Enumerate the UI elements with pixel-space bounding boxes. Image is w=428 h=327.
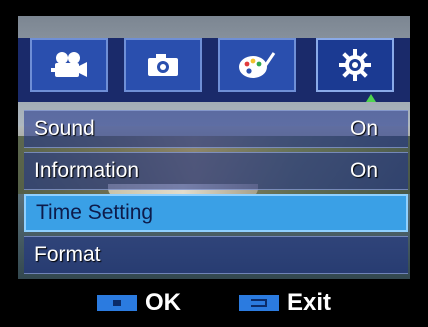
video-camera-icon: [49, 50, 89, 80]
ok-hint[interactable]: OK: [96, 289, 181, 317]
menu-item-sound[interactable]: Sound On: [24, 110, 408, 148]
tab-photo[interactable]: [124, 38, 202, 92]
footer-hints: OK Exit: [0, 279, 428, 327]
camera-icon: [146, 52, 180, 78]
exit-hint[interactable]: Exit: [238, 289, 331, 317]
menu-item-label: Sound: [34, 117, 95, 140]
menu-item-format[interactable]: Format: [24, 236, 408, 274]
selected-tab-indicator-icon: [366, 94, 376, 102]
menu-item-time-setting[interactable]: Time Setting: [24, 194, 408, 232]
exit-label: Exit: [286, 289, 331, 316]
menu-item-label: Time Setting: [36, 201, 154, 224]
settings-menu: Sound On Information On Time Setting For…: [24, 110, 408, 278]
return-button-icon: [238, 295, 279, 311]
gear-icon: [338, 48, 372, 82]
mode-tab-bar: [18, 38, 410, 102]
menu-item-label: Information: [34, 159, 140, 182]
menu-item-label: Format: [34, 243, 101, 266]
ok-button-icon: [96, 295, 137, 311]
menu-item-value: On: [349, 159, 378, 182]
tab-effects[interactable]: [218, 38, 296, 92]
ok-label: OK: [144, 289, 181, 316]
palette-icon: [237, 50, 277, 80]
tab-video[interactable]: [30, 38, 108, 92]
tab-setup[interactable]: [316, 38, 394, 92]
menu-item-value: On: [349, 117, 378, 140]
menu-item-information[interactable]: Information On: [24, 152, 408, 190]
